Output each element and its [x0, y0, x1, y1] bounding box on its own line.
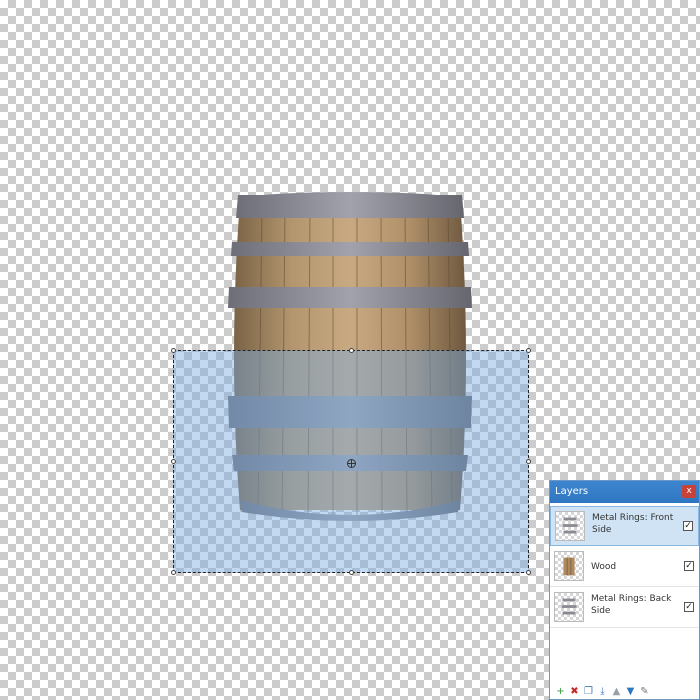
selection-rectangle[interactable]: [171, 348, 531, 575]
add-layer-icon[interactable]: +: [555, 686, 566, 697]
selection-handle-right[interactable]: [526, 459, 531, 464]
layers-titlebar[interactable]: Layers x: [550, 481, 699, 503]
ring-3: [228, 287, 472, 308]
layer-properties-icon[interactable]: ✎: [639, 686, 650, 697]
layer-thumbnail: [554, 592, 584, 622]
layer-row-metal-rings-back[interactable]: Metal Rings: Back Side ✓: [550, 588, 699, 628]
ring-2: [231, 242, 469, 256]
layer-thumbnail: [555, 511, 585, 541]
layers-toolbar: + ✖ ❐ ⤓ ▲ ▼ ✎: [550, 683, 699, 699]
layers-panel: Layers x Metal Rings: Front Side ✓ Wood …: [549, 480, 700, 700]
selection-handle-left[interactable]: [171, 459, 176, 464]
layer-thumbnail: [554, 551, 584, 581]
selection-move-icon[interactable]: [346, 458, 357, 469]
layer-visibility-checkbox[interactable]: ✓: [684, 602, 694, 612]
layers-title: Layers: [555, 486, 589, 497]
move-layer-up-icon[interactable]: ▲: [611, 686, 622, 697]
selection-handle-top[interactable]: [349, 348, 354, 353]
layer-name: Metal Rings: Back Side: [591, 594, 672, 616]
delete-layer-icon[interactable]: ✖: [569, 686, 580, 697]
layer-visibility-checkbox[interactable]: ✓: [684, 561, 694, 571]
layer-name: Wood: [591, 562, 617, 572]
merge-layer-down-icon[interactable]: ⤓: [597, 686, 608, 697]
selection-handle-bottom-left[interactable]: [171, 570, 176, 575]
selection-handle-top-right[interactable]: [526, 348, 531, 353]
layer-row-metal-rings-front[interactable]: Metal Rings: Front Side ✓: [550, 506, 699, 546]
selection-handle-top-left[interactable]: [171, 348, 176, 353]
duplicate-layer-icon[interactable]: ❐: [583, 686, 594, 697]
close-icon[interactable]: x: [682, 485, 696, 498]
selection-handle-bottom[interactable]: [349, 570, 354, 575]
layer-row-wood[interactable]: Wood ✓: [550, 547, 699, 587]
layer-name: Metal Rings: Front Side: [592, 513, 674, 535]
ring-1: [236, 195, 464, 218]
move-layer-down-icon[interactable]: ▼: [625, 686, 636, 697]
selection-handle-bottom-right[interactable]: [526, 570, 531, 575]
layer-visibility-checkbox[interactable]: ✓: [683, 521, 693, 531]
